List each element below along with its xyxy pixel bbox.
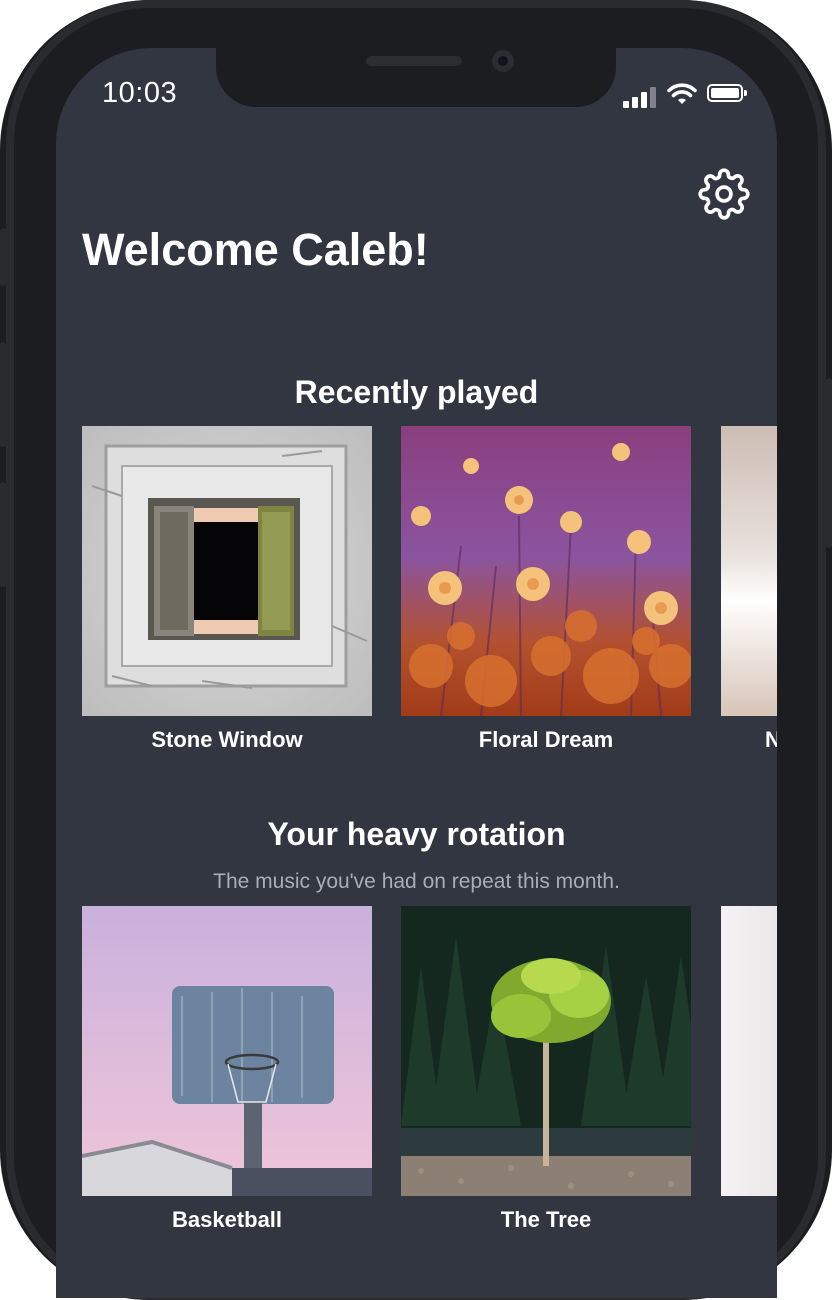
app-screen: 10:03 Welcome Caleb! Recently played Sto… (56, 48, 777, 1298)
album-card-stone-window[interactable]: Stone Window (82, 426, 372, 753)
status-icons (623, 82, 753, 108)
album-art-basketball (82, 906, 372, 1196)
cellular-signal-icon (623, 86, 659, 108)
volume-up-button (0, 342, 6, 447)
album-title-the-tree: The Tree (500, 1207, 592, 1232)
welcome-heading: Welcome Caleb! (82, 224, 429, 275)
notch (216, 48, 616, 107)
album-title-partial: N (765, 727, 777, 752)
volume-down-button (0, 482, 6, 587)
gear-icon[interactable] (698, 168, 750, 220)
album-card-basketball[interactable]: Basketball (82, 906, 372, 1233)
album-card-the-tree[interactable]: The Tree (401, 906, 691, 1233)
silent-switch (0, 228, 6, 286)
album-card-floral-dream[interactable]: Floral Dream (401, 426, 691, 753)
heavy-rotation-subtitle: The music you've had on repeat this mont… (213, 870, 620, 893)
album-art-the-tree (401, 906, 691, 1196)
album-card-partial-2[interactable] (721, 906, 777, 1196)
album-card-partial[interactable]: N (721, 426, 777, 753)
album-title-stone-window: Stone Window (151, 727, 303, 752)
album-title-basketball: Basketball (171, 1207, 283, 1232)
battery-icon (707, 84, 747, 102)
wifi-icon (667, 83, 697, 104)
heavy-rotation-title: Your heavy rotation (267, 816, 566, 852)
album-art-partial (721, 426, 777, 716)
status-time: 10:03 (102, 77, 178, 109)
album-art-partial-2 (721, 906, 777, 1196)
speaker-grille (366, 56, 462, 66)
power-button (826, 378, 832, 548)
album-title-floral-dream: Floral Dream (478, 727, 614, 752)
album-art-stone-window (82, 426, 372, 716)
album-art-floral-dream (401, 426, 691, 716)
front-camera (492, 50, 514, 72)
recently-played-title: Recently played (294, 374, 539, 410)
